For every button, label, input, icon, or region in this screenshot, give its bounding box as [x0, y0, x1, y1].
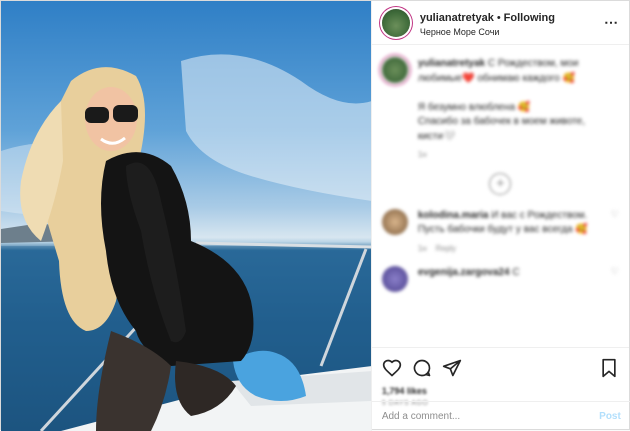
header-text: yulianatretyak • Following Черное Море Соч… — [420, 7, 604, 38]
comment-avatar[interactable] — [381, 266, 408, 293]
caption-text-line1: С Рождеством, мои — [487, 58, 579, 69]
add-comment-input[interactable] — [381, 411, 600, 422]
comment-item: kolodina.maria И вас с Рождеством. Пусть… — [381, 208, 619, 255]
load-more-comments-icon[interactable]: + — [489, 172, 512, 195]
post-header: yulianatretyak • Following Черное Море Соч… — [371, 1, 629, 45]
comment-meta: 1н Reply — [418, 243, 605, 255]
caption: yulianatretyak С Рождеством, мои любимые… — [381, 57, 619, 161]
comments-section[interactable]: yulianatretyak С Рождеством, мои любимые… — [372, 45, 629, 347]
comment-icon[interactable] — [412, 358, 432, 378]
username-link[interactable]: yulianatretyak — [420, 12, 494, 24]
comment-body: kolodina.maria И вас с Рождеством. Пусть… — [418, 209, 605, 255]
sunglasses-right — [113, 105, 138, 122]
caption-body: yulianatretyak С Рождеством, мои любимые… — [418, 57, 585, 161]
caption-text-line5: кисти🤍 — [417, 130, 456, 142]
post-comment-button[interactable]: Post — [599, 411, 621, 422]
comment-username[interactable]: kolodina.maria — [418, 210, 489, 221]
caption-text-line4: Спасибо за бабочек в моем животе, — [417, 116, 586, 127]
reply-button[interactable]: Reply — [436, 244, 456, 253]
location-link[interactable]: Черное Море Сочи — [420, 27, 604, 38]
caption-text-line2: любимые❤️ обнимаю каждого 🥰 — [417, 72, 575, 84]
comment-like-icon[interactable]: ♡ — [605, 209, 619, 255]
bookmark-icon[interactable] — [599, 358, 619, 378]
comment-text: С — [512, 267, 520, 279]
instagram-post: yulianatretyak • Following Черное Море Соч… — [0, 0, 630, 431]
post-photo[interactable] — [1, 1, 371, 431]
avatar[interactable] — [381, 8, 410, 37]
comment-like-icon[interactable]: ♡ — [605, 266, 619, 292]
caption-avatar[interactable] — [381, 57, 408, 83]
following-button[interactable]: Following — [504, 12, 555, 24]
add-comment-bar: Post — [371, 401, 630, 431]
photo-illustration — [1, 54, 371, 431]
caption-age: 1н — [417, 150, 427, 159]
comment-avatar[interactable] — [381, 208, 408, 235]
comment-age: 1н — [417, 243, 427, 253]
separator-dot: • — [496, 11, 501, 24]
comment-username[interactable]: evgenija.zargova24 — [418, 267, 510, 278]
sunglasses-left — [85, 107, 109, 123]
caption-username[interactable]: yulianatretyak — [418, 58, 485, 69]
caption-text-line3: Я безумно влюблена 🥰 — [417, 101, 531, 113]
heart-icon[interactable] — [382, 358, 402, 378]
cloud — [181, 54, 371, 201]
comment-item: evgenija.zargova24 С ♡ — [381, 266, 619, 293]
post-side-panel: yulianatretyak • Following Черное Море Соч… — [370, 1, 630, 431]
comment-body: evgenija.zargova24 С — [418, 266, 520, 292]
more-options-icon[interactable]: ⋯ — [604, 14, 619, 31]
share-icon[interactable] — [442, 358, 462, 378]
action-icons — [382, 356, 619, 380]
likes-count[interactable]: 1,794 likes — [382, 386, 619, 396]
